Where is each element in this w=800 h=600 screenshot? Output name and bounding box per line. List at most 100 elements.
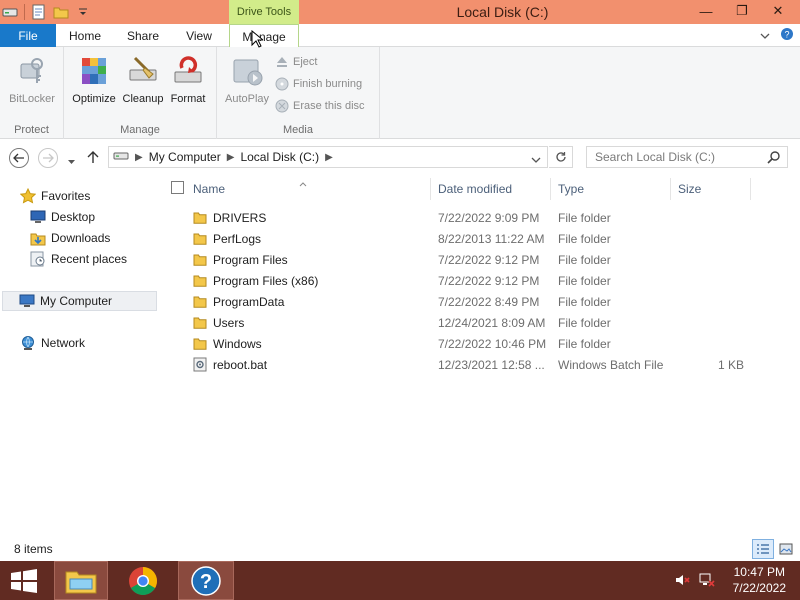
folder-icon [193, 291, 207, 312]
column-divider[interactable] [670, 178, 671, 200]
column-divider[interactable] [750, 178, 751, 200]
finish-burning-button[interactable]: Finish burning [275, 77, 362, 91]
eject-icon [275, 55, 289, 69]
column-size[interactable]: Size [678, 176, 748, 202]
file-name: Users [213, 315, 245, 330]
column-name[interactable]: Name [193, 176, 429, 202]
nav-desktop[interactable]: Desktop [30, 207, 95, 227]
select-all-checkbox[interactable] [171, 181, 184, 194]
file-explorer-icon [65, 571, 97, 593]
format-button[interactable]: Format [166, 53, 210, 105]
group-manage: Optimize Cleanup Format Manage [64, 47, 217, 139]
expand-ribbon-icon[interactable] [760, 29, 770, 43]
file-date-modified: 7/22/2022 10:46 PM [438, 336, 547, 351]
file-row[interactable]: reboot.bat 12/23/2021 12:58 ... Windows Ba… [162, 354, 762, 375]
column-divider[interactable] [430, 178, 431, 200]
nav-network[interactable]: Network [20, 333, 85, 353]
folder-icon [193, 207, 207, 228]
breadcrumb-chevron-icon[interactable]: ▶ [135, 152, 143, 163]
svg-text:?: ? [200, 571, 212, 593]
file-name: Program Files [213, 252, 288, 267]
tab-home[interactable]: Home [62, 24, 108, 47]
forward-button[interactable] [38, 148, 58, 168]
cleanup-icon [126, 53, 160, 89]
drive-icon [113, 150, 129, 164]
erase-disc-button[interactable]: Erase this disc [275, 99, 365, 113]
file-date-modified: 12/23/2021 12:58 ... [438, 357, 545, 372]
file-size: 1 KB [717, 357, 744, 372]
file-row[interactable]: Windows 7/22/2022 10:46 PM File folder [162, 333, 762, 354]
file-name: DRIVERS [213, 210, 267, 225]
customize-toolbar-icon[interactable] [75, 4, 91, 20]
nav-favorites[interactable]: Favorites [20, 186, 90, 206]
refresh-button[interactable] [549, 146, 573, 168]
tab-file[interactable]: File [0, 24, 56, 47]
up-arrow-icon[interactable] [87, 150, 99, 167]
taskbar-clock[interactable]: 10:47 PM 7/22/2022 [733, 564, 786, 596]
file-size [678, 207, 744, 228]
tab-view[interactable]: View [177, 24, 221, 47]
optimize-button[interactable]: Optimize [70, 53, 118, 105]
drive-tools-header: Drive Tools [229, 0, 299, 24]
recent-locations-icon[interactable] [67, 154, 76, 168]
file-name: ProgramData [213, 294, 285, 309]
search-icon[interactable] [767, 150, 781, 167]
start-button[interactable] [0, 561, 48, 600]
minimize-button[interactable]: — [688, 0, 724, 22]
breadcrumb-local-disk[interactable]: Local Disk (C:) [240, 150, 319, 164]
nav-my-computer[interactable]: My Computer [2, 291, 157, 311]
file-type: File folder [558, 294, 611, 309]
volume-muted-icon[interactable] [674, 572, 690, 591]
group-label-manage: Manage [120, 124, 160, 136]
file-row[interactable]: ProgramData 7/22/2022 8:49 PM File folder [162, 291, 762, 312]
taskbar-file-explorer[interactable] [54, 561, 108, 600]
erase-disc-icon [275, 99, 289, 113]
network-disconnected-icon[interactable] [698, 572, 716, 591]
file-size [678, 270, 744, 291]
file-type: Windows Batch File [558, 357, 664, 372]
properties-icon[interactable] [31, 4, 47, 20]
taskbar-help[interactable]: ? [178, 561, 234, 600]
search-input[interactable]: Search Local Disk (C:) [586, 146, 788, 168]
file-row[interactable]: DRIVERS 7/22/2022 9:09 PM File folder [162, 207, 762, 228]
breadcrumb-chevron-icon[interactable]: ▶ [227, 152, 235, 163]
file-date-modified: 7/22/2022 9:12 PM [438, 252, 540, 267]
column-type[interactable]: Type [558, 176, 670, 202]
file-list: Name Date modified Type Size DRIVERS 7/22… [162, 176, 800, 536]
eject-button[interactable]: Eject [275, 55, 317, 69]
file-date-modified: 7/22/2022 9:12 PM [438, 273, 540, 288]
new-folder-icon[interactable] [53, 4, 69, 20]
title-bar: Drive Tools Local Disk (C:) — ❐ ✕ [0, 0, 800, 24]
file-size [678, 312, 744, 333]
file-row[interactable]: Users 12/24/2021 8:09 AM File folder [162, 312, 762, 333]
cleanup-button[interactable]: Cleanup [120, 53, 166, 105]
details-view-button[interactable] [752, 539, 774, 559]
restore-button[interactable]: ❐ [724, 0, 760, 22]
large-icons-view-button[interactable] [775, 539, 797, 559]
refresh-icon [555, 152, 566, 162]
help-icon[interactable]: ? [780, 27, 794, 44]
window-controls: — ❐ ✕ [688, 0, 796, 24]
drive-icon[interactable] [2, 4, 18, 20]
breadcrumb-my-computer[interactable]: My Computer [149, 150, 221, 164]
taskbar-chrome[interactable] [116, 561, 170, 600]
nav-recent-places[interactable]: Recent places [30, 249, 127, 269]
breadcrumb-chevron-icon[interactable]: ▶ [325, 152, 333, 163]
tab-share[interactable]: Share [120, 24, 166, 47]
group-media: AutoPlay Eject Finish burning Erase this… [217, 47, 380, 139]
column-divider[interactable] [550, 178, 551, 200]
file-row[interactable]: PerfLogs 8/22/2013 11:22 AM File folder [162, 228, 762, 249]
back-button[interactable] [9, 148, 29, 168]
bitlocker-button[interactable]: BitLocker [6, 53, 58, 105]
autoplay-button[interactable]: AutoPlay [221, 53, 273, 105]
file-row[interactable]: Program Files 7/22/2022 9:12 PM File folde… [162, 249, 762, 270]
back-arrow-icon [13, 153, 24, 163]
address-dropdown-icon[interactable] [531, 153, 541, 167]
nav-downloads[interactable]: Downloads [30, 228, 110, 248]
close-button[interactable]: ✕ [760, 0, 796, 22]
windows-logo-icon [11, 568, 37, 593]
address-bar[interactable]: ▶ My Computer ▶ Local Disk (C:) ▶ [108, 146, 548, 168]
column-date-modified[interactable]: Date modified [438, 176, 550, 202]
tab-manage[interactable]: Manage [229, 24, 299, 48]
file-row[interactable]: Program Files (x86) 7/22/2022 9:12 PM File… [162, 270, 762, 291]
